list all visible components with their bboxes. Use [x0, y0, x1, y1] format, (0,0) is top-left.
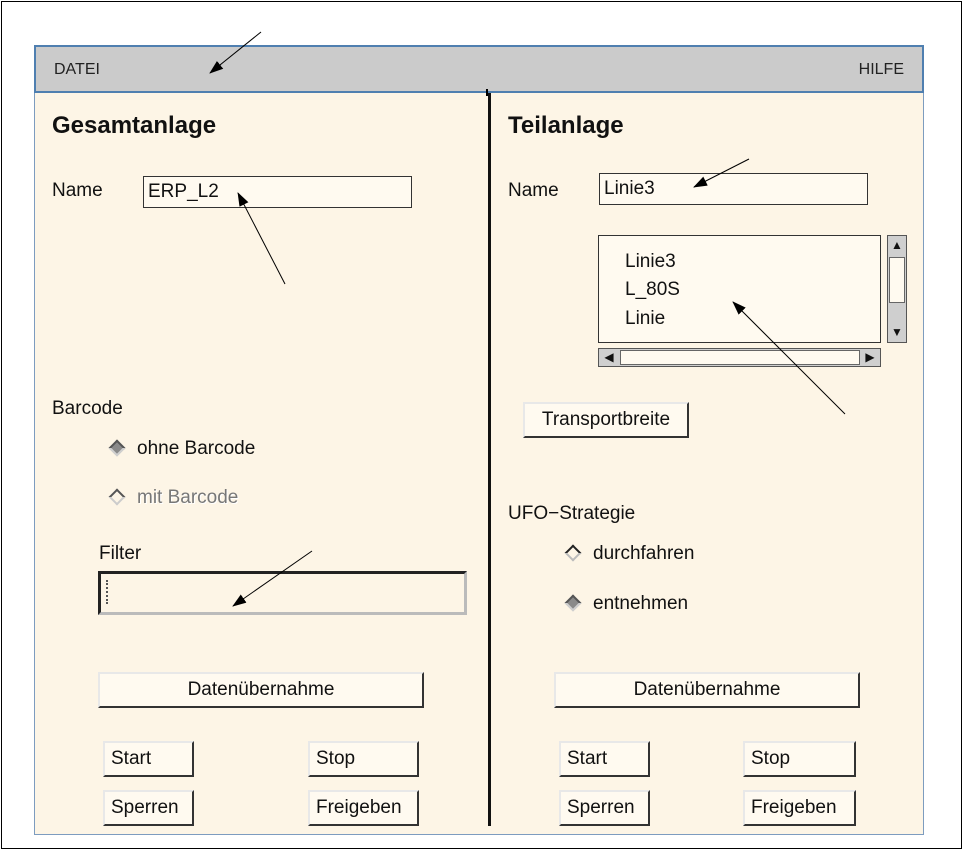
- menu-datei[interactable]: DATEI: [54, 61, 100, 79]
- teilanlage-listbox[interactable]: Linie3 L_80S Linie: [598, 235, 881, 343]
- teilanlage-title: Teilanlage: [508, 112, 624, 139]
- gesamtanlage-start-button[interactable]: Start: [103, 741, 194, 777]
- teilanlage-name-input[interactable]: Linie3: [599, 173, 868, 205]
- gesamtanlage-name-input[interactable]: ERP_L2: [143, 176, 412, 208]
- transportbreite-button[interactable]: Transportbreite: [523, 402, 689, 438]
- gesamtanlage-name-label: Name: [52, 180, 103, 201]
- menu-bar: DATEI HILFE: [34, 45, 924, 93]
- teilanlage-start-button[interactable]: Start: [559, 741, 650, 777]
- list-item[interactable]: Linie: [625, 308, 665, 330]
- teilanlage-sperren-button[interactable]: Sperren: [559, 790, 650, 826]
- gesamtanlage-freigeben-button[interactable]: Freigeben: [308, 790, 419, 826]
- gesamtanlage-stop-button[interactable]: Stop: [308, 741, 419, 777]
- filter-input[interactable]: [98, 571, 467, 615]
- listbox-vertical-scrollbar[interactable]: ▲ ▼: [887, 235, 907, 343]
- gesamtanlage-datenuebernahme-button[interactable]: Datenübernahme: [98, 672, 424, 708]
- teilanlage-datenuebernahme-button[interactable]: Datenübernahme: [554, 672, 860, 708]
- scroll-up-icon[interactable]: ▲: [890, 237, 904, 253]
- scroll-left-icon[interactable]: ◀: [601, 349, 617, 365]
- menu-hilfe[interactable]: HILFE: [859, 61, 904, 79]
- list-item[interactable]: Linie3: [625, 251, 676, 273]
- text-cursor: [106, 580, 110, 604]
- scroll-right-icon[interactable]: ▶: [862, 349, 878, 365]
- teilanlage-stop-button[interactable]: Stop: [743, 741, 856, 777]
- listbox-horizontal-scrollbar[interactable]: ◀ ▶: [598, 348, 881, 367]
- radio-ohne-barcode-label: ohne Barcode: [137, 438, 256, 459]
- list-item[interactable]: L_80S: [625, 279, 680, 301]
- radio-durchfahren-label: durchfahren: [593, 543, 695, 564]
- teilanlage-freigeben-button[interactable]: Freigeben: [743, 790, 856, 826]
- radio-mit-barcode-label: mit Barcode: [137, 487, 239, 508]
- panel-divider: [488, 93, 491, 826]
- radio-entnehmen-label: entnehmen: [593, 593, 689, 614]
- gesamtanlage-title: Gesamtanlage: [52, 112, 217, 139]
- horizontal-scroll-thumb[interactable]: [620, 350, 860, 365]
- teilanlage-name-label: Name: [508, 180, 559, 201]
- gesamtanlage-sperren-button[interactable]: Sperren: [103, 790, 194, 826]
- ufo-strategie-label: UFO−Strategie: [508, 503, 636, 524]
- barcode-label: Barcode: [52, 398, 123, 419]
- vertical-scroll-thumb[interactable]: [889, 257, 905, 303]
- filter-label: Filter: [99, 543, 142, 564]
- scroll-down-icon[interactable]: ▼: [890, 324, 904, 340]
